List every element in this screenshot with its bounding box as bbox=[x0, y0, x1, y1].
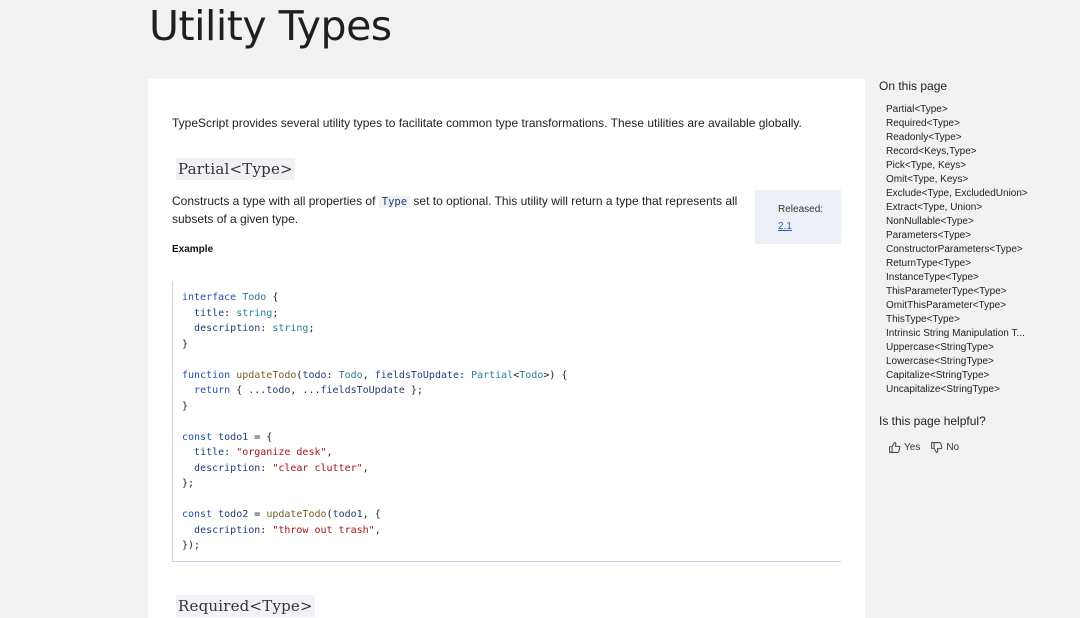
heading-required[interactable]: Required<Type> bbox=[176, 595, 315, 617]
released-version-link[interactable]: 2.1 bbox=[778, 221, 792, 232]
toc-item[interactable]: InstanceType<Type> bbox=[886, 271, 1036, 285]
toc-item[interactable]: ConstructorParameters<Type> bbox=[886, 243, 1036, 257]
yes-label: Yes bbox=[904, 442, 921, 453]
released-label: Released: bbox=[778, 204, 824, 215]
toc-item[interactable]: ReturnType<Type> bbox=[886, 257, 1036, 271]
toc-item[interactable]: Exclude<Type, ExcludedUnion> bbox=[886, 187, 1036, 201]
page-title: Utility Types bbox=[149, 2, 392, 50]
toc-item[interactable]: Readonly<Type> bbox=[886, 131, 1036, 145]
toc-item[interactable]: Extract<Type, Union> bbox=[886, 201, 1036, 215]
article-content: TypeScript provides several utility type… bbox=[148, 79, 865, 618]
thumbs-down-icon bbox=[931, 442, 943, 453]
toc-item[interactable]: Uncapitalize<StringType> bbox=[886, 383, 1036, 397]
toc-item[interactable]: Record<Keys,Type> bbox=[886, 145, 1036, 159]
released-box: Released: 2.1 bbox=[755, 190, 841, 244]
example-label: Example bbox=[172, 244, 214, 255]
toc-item[interactable]: Lowercase<StringType> bbox=[886, 355, 1036, 369]
toc-item[interactable]: Intrinsic String Manipulation T... bbox=[886, 327, 1036, 341]
helpful-question: Is this page helpful? bbox=[879, 414, 986, 428]
toc-item[interactable]: OmitThisParameter<Type> bbox=[886, 299, 1036, 313]
feedback-buttons: Yes No bbox=[888, 441, 959, 454]
toc-item[interactable]: Partial<Type> bbox=[886, 103, 1036, 117]
no-label: No bbox=[946, 442, 960, 453]
inline-code-type: Type bbox=[378, 196, 411, 208]
on-this-page-nav: On this page Partial<Type> Required<Type… bbox=[879, 79, 1069, 397]
code-example: interface Todo { title: string; descript… bbox=[172, 281, 841, 562]
toc-list: Partial<Type> Required<Type> Readonly<Ty… bbox=[886, 103, 1069, 397]
toc-item[interactable]: Parameters<Type> bbox=[886, 229, 1036, 243]
toc-item[interactable]: Pick<Type, Keys> bbox=[886, 159, 1036, 173]
partial-description: Constructs a type with all properties of… bbox=[172, 193, 742, 228]
intro-text: TypeScript provides several utility type… bbox=[172, 116, 802, 130]
toc-item[interactable]: Omit<Type, Keys> bbox=[886, 173, 1036, 187]
toc-item[interactable]: ThisParameterType<Type> bbox=[886, 285, 1036, 299]
yes-button[interactable]: Yes bbox=[888, 441, 920, 454]
toc-item[interactable]: ThisType<Type> bbox=[886, 313, 1036, 327]
toc-item[interactable]: Uppercase<StringType> bbox=[886, 341, 1036, 355]
toc-item[interactable]: Required<Type> bbox=[886, 117, 1036, 131]
code-text: interface Todo { title: string; descript… bbox=[182, 292, 568, 551]
no-button[interactable]: No bbox=[930, 441, 959, 454]
desc-text-before: Constructs a type with all properties of bbox=[172, 194, 379, 208]
toc-title: On this page bbox=[879, 79, 948, 93]
thumbs-up-icon bbox=[889, 442, 901, 453]
heading-partial[interactable]: Partial<Type> bbox=[176, 158, 295, 180]
toc-item[interactable]: Capitalize<StringType> bbox=[886, 369, 1036, 383]
toc-item[interactable]: NonNullable<Type> bbox=[886, 215, 1036, 229]
